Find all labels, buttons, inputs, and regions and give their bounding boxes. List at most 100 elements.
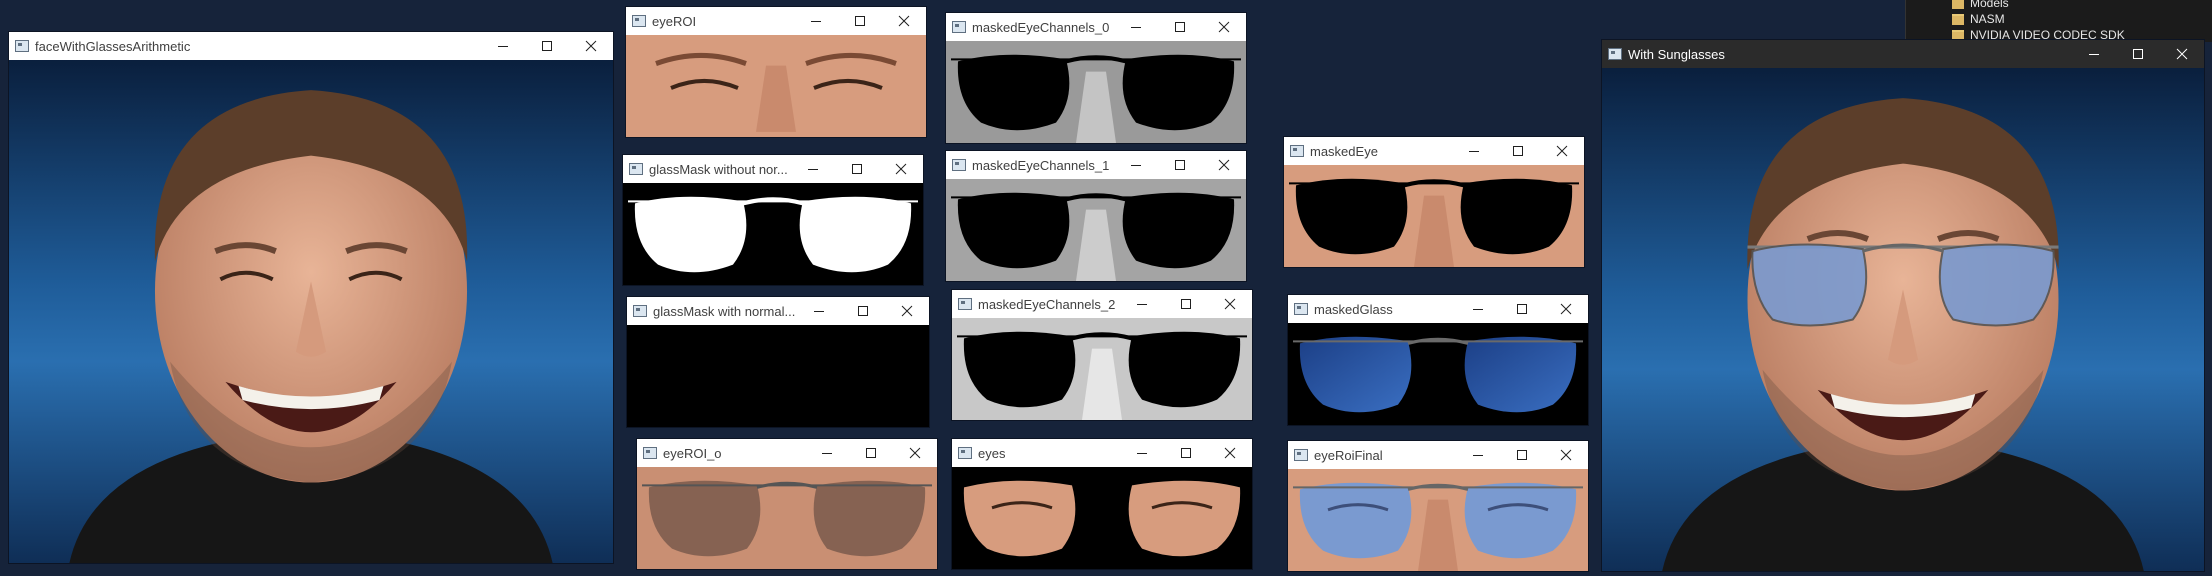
maximize-icon[interactable] [838,7,882,35]
masked-eye-image [1284,165,1584,267]
face-image [9,60,613,563]
maximize-icon[interactable] [841,297,885,325]
window-title: faceWithGlassesArithmetic [35,38,191,54]
folder-label: NASM [1970,12,2005,26]
close-icon[interactable] [885,297,929,325]
window-title: maskedEye [1310,143,1378,159]
window-app-icon [643,447,657,459]
window-titlebar[interactable]: With Sunglasses [1602,40,2204,68]
close-icon[interactable] [1208,439,1252,467]
minimize-icon[interactable] [791,155,835,183]
maximize-icon[interactable] [849,439,893,467]
window-with-sunglasses[interactable]: With Sunglasses [1602,40,2204,571]
close-icon[interactable] [879,155,923,183]
window-title: eyeRoiFinal [1314,447,1383,463]
window-titlebar[interactable]: maskedEye [1284,137,1584,165]
folder-icon [1952,29,1964,41]
minimize-icon[interactable] [1114,151,1158,179]
close-icon[interactable] [2160,40,2204,68]
close-icon[interactable] [1540,137,1584,165]
window-eye-roi-final[interactable]: eyeRoiFinal [1288,441,1588,571]
close-icon[interactable] [1208,290,1252,318]
window-eye-roi-o[interactable]: eyeROI_o [637,439,937,569]
window-titlebar[interactable]: eyeROI_o [637,439,937,467]
window-titlebar[interactable]: maskedEyeChannels_2 [952,290,1252,318]
minimize-icon[interactable] [1120,290,1164,318]
window-titlebar[interactable]: maskedEyeChannels_0 [946,13,1246,41]
maximize-icon[interactable] [1158,151,1202,179]
maximize-icon[interactable] [2116,40,2160,68]
window-titlebar[interactable]: eyeROI [626,7,926,35]
minimize-icon[interactable] [2072,40,2116,68]
minimize-icon[interactable] [1452,137,1496,165]
minimize-icon[interactable] [481,32,525,60]
window-app-icon [952,159,966,171]
window-face-with-glasses-arithmetic[interactable]: faceWithGlassesArithmetic [9,32,613,563]
window-masked-eye-channels-2[interactable]: maskedEyeChannels_2 [952,290,1252,420]
glass-mask-normalized-image [627,325,929,427]
folder-icon [1952,13,1964,25]
close-icon[interactable] [1202,151,1246,179]
close-icon[interactable] [893,439,937,467]
masked-eye-channel-2-image [952,318,1252,420]
window-title: glassMask without nor... [649,161,788,177]
close-icon[interactable] [1544,295,1588,323]
glass-mask-image [623,183,923,285]
window-app-icon [1290,145,1304,157]
maximize-icon[interactable] [1164,290,1208,318]
close-icon[interactable] [1202,13,1246,41]
window-titlebar[interactable]: eyeRoiFinal [1288,441,1588,469]
window-app-icon [958,447,972,459]
window-title: maskedEyeChannels_0 [972,19,1110,35]
window-titlebar[interactable]: eyes [952,439,1252,467]
folder-item-models[interactable]: Models [1952,0,2009,10]
window-titlebar[interactable]: faceWithGlassesArithmetic [9,32,613,60]
window-titlebar[interactable]: maskedEyeChannels_1 [946,151,1246,179]
close-icon[interactable] [569,32,613,60]
maximize-icon[interactable] [1500,295,1544,323]
window-title: eyeROI_o [663,445,722,461]
minimize-icon[interactable] [797,297,841,325]
minimize-icon[interactable] [805,439,849,467]
masked-eye-channel-1-image [946,179,1246,281]
eyes-image [952,467,1252,569]
maximize-icon[interactable] [835,155,879,183]
window-glass-mask-without-normalization[interactable]: glassMask without nor... [623,155,923,285]
window-titlebar[interactable]: glassMask without nor... [623,155,923,183]
minimize-icon[interactable] [794,7,838,35]
close-icon[interactable] [882,7,926,35]
minimize-icon[interactable] [1120,439,1164,467]
window-masked-eye-channels-0[interactable]: maskedEyeChannels_0 [946,13,1246,143]
window-app-icon [1294,449,1308,461]
window-title: eyes [978,445,1006,461]
folder-item-nasm[interactable]: NASM [1952,12,2005,26]
window-masked-eye-channels-1[interactable]: maskedEyeChannels_1 [946,151,1246,281]
window-titlebar[interactable]: maskedGlass [1288,295,1588,323]
minimize-icon[interactable] [1114,13,1158,41]
window-titlebar[interactable]: glassMask with normal... [627,297,929,325]
folder-label: Models [1970,0,2009,10]
maximize-icon[interactable] [1496,137,1540,165]
window-masked-glass[interactable]: maskedGlass [1288,295,1588,425]
masked-glass-image [1288,323,1588,425]
maximize-icon[interactable] [525,32,569,60]
window-app-icon [629,163,643,175]
maximize-icon[interactable] [1158,13,1202,41]
maximize-icon[interactable] [1500,441,1544,469]
window-app-icon [633,305,647,317]
window-eyes[interactable]: eyes [952,439,1252,569]
minimize-icon[interactable] [1456,441,1500,469]
close-icon[interactable] [1544,441,1588,469]
window-glass-mask-with-normalization[interactable]: glassMask with normal... [627,297,929,427]
window-masked-eye[interactable]: maskedEye [1284,137,1584,267]
window-title: eyeROI [652,13,697,29]
maximize-icon[interactable] [1164,439,1208,467]
window-title: With Sunglasses [1628,46,1725,62]
window-app-icon [15,40,29,52]
minimize-icon[interactable] [1456,295,1500,323]
eye-roi-final-image [1288,469,1588,571]
eye-roi-image [626,35,926,137]
window-eye-roi[interactable]: eyeROI [626,7,926,137]
file-explorer-panel: Models NASM NVIDIA VIDEO CODEC SDK [1905,0,2212,42]
window-title: glassMask with normal... [653,303,796,319]
